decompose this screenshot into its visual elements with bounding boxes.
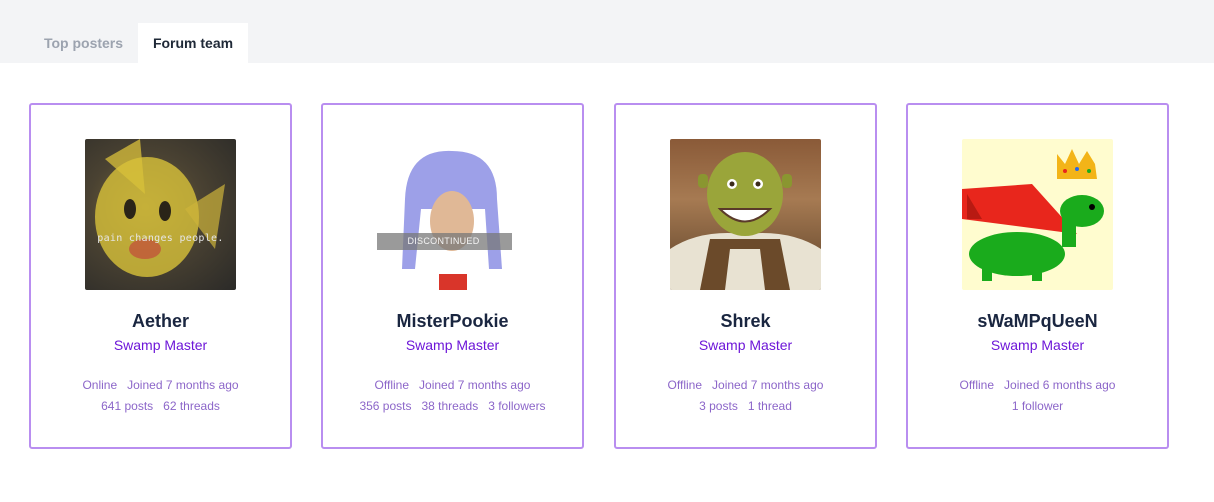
member-status: Online — [82, 378, 118, 392]
member-role: Swamp Master — [113, 337, 208, 353]
member-name[interactable]: sWaMPqUeeN — [908, 311, 1167, 332]
pikachu-avatar-image — [95, 139, 225, 277]
member-role: Swamp Master — [405, 337, 500, 353]
member-status-line: Online Joined 7 months ago — [31, 378, 290, 392]
avatar[interactable] — [962, 139, 1113, 290]
stat-threads[interactable]: 38 threads — [421, 399, 478, 413]
member-status: Offline — [374, 378, 410, 392]
member-name[interactable]: Aether — [31, 311, 290, 332]
member-card[interactable]: sWaMPqUeeN Swamp Master Offline Joined 6 … — [906, 103, 1169, 449]
member-stats: 356 posts 38 threads 3 followers — [323, 399, 582, 413]
member-card[interactable]: pain changes people. Aether Swamp Master… — [29, 103, 292, 449]
member-status-line: Offline Joined 7 months ago — [323, 378, 582, 392]
member-stats: 3 posts 1 thread — [616, 399, 875, 413]
ogre-avatar-image — [670, 152, 821, 290]
avatar-caption: DISCONTINUED — [377, 233, 512, 250]
avatar-caption: pain changes people. — [97, 233, 224, 244]
tab-forum-team[interactable]: Forum team — [138, 23, 248, 63]
purple-hair-avatar-image — [402, 150, 502, 290]
stat-posts[interactable]: 641 posts — [101, 399, 153, 413]
stat-posts[interactable]: 356 posts — [359, 399, 411, 413]
avatar[interactable] — [670, 139, 821, 290]
stat-posts[interactable]: 3 posts — [699, 399, 738, 413]
avatar[interactable]: DISCONTINUED — [377, 139, 528, 290]
member-stats: 1 follower — [908, 399, 1167, 413]
stat-threads[interactable]: 62 threads — [163, 399, 220, 413]
avatar[interactable]: pain changes people. — [85, 139, 236, 290]
member-role: Swamp Master — [990, 337, 1085, 353]
member-name[interactable]: MisterPookie — [323, 311, 582, 332]
member-card[interactable]: DISCONTINUED MisterPookie Swamp Master O… — [321, 103, 584, 449]
member-status-line: Offline Joined 6 months ago — [908, 378, 1167, 392]
member-card[interactable]: Shrek Swamp Master Offline Joined 7 month… — [614, 103, 877, 449]
member-status: Offline — [667, 378, 703, 392]
member-joined: Joined 7 months ago — [712, 378, 824, 392]
member-joined: Joined 7 months ago — [419, 378, 531, 392]
member-status-line: Offline Joined 7 months ago — [616, 378, 875, 392]
dragon-avatar-image — [962, 149, 1104, 281]
member-joined: Joined 6 months ago — [1004, 378, 1116, 392]
tab-bar: Top posters Forum team — [0, 0, 1214, 63]
tab-top-posters[interactable]: Top posters — [30, 23, 137, 63]
member-name[interactable]: Shrek — [616, 311, 875, 332]
member-joined: Joined 7 months ago — [127, 378, 239, 392]
stat-followers[interactable]: 1 follower — [1012, 399, 1063, 413]
member-status: Offline — [959, 378, 995, 392]
member-role: Swamp Master — [698, 337, 793, 353]
stat-threads[interactable]: 1 thread — [748, 399, 792, 413]
stat-followers[interactable]: 3 followers — [488, 399, 545, 413]
member-stats: 641 posts 62 threads — [31, 399, 290, 413]
